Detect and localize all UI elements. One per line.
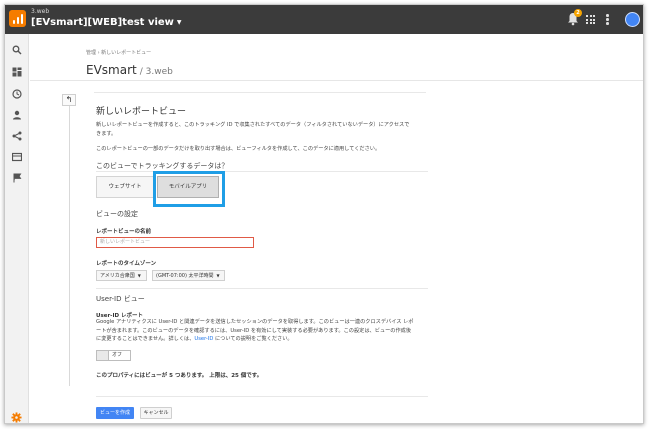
page-title-text: EVsmart: [86, 63, 137, 77]
toggle-label: オフ: [112, 352, 123, 358]
notification-badge: 2: [574, 9, 582, 17]
create-view-button[interactable]: ビューを作成: [96, 407, 134, 419]
track-question: このビューでトラッキングするデータは？: [96, 162, 229, 170]
header-divider: [30, 80, 643, 81]
page-title: EVsmart/ 3.web: [86, 59, 173, 78]
country-select[interactable]: アメリカ合衆国 ▼: [96, 270, 147, 281]
form-title: 新しいレポートビュー: [96, 107, 187, 117]
back-arrow-icon[interactable]: ↰: [62, 94, 76, 106]
section-divider: [96, 171, 428, 172]
section-divider: [96, 396, 428, 397]
left-nav: [5, 34, 29, 423]
window-frame: 3.web [EVsmart][WEB]test view ▼ 2 管理 › 新…: [4, 4, 644, 424]
main-content: 管理 › 新しいレポートビュー EVsmart/ 3.web ↰ 新しいレポート…: [30, 34, 643, 423]
form-top-divider: [94, 92, 426, 93]
top-bar: 3.web [EVsmart][WEB]test view ▼ 2: [5, 5, 643, 34]
avatar-icon[interactable]: [625, 12, 640, 27]
property-name: [EVsmart][WEB]test view: [31, 17, 174, 28]
account-name[interactable]: 3.web: [31, 8, 49, 15]
website-option-button[interactable]: ウェブサイト: [96, 176, 154, 198]
userid-help-link[interactable]: User-ID: [194, 336, 213, 342]
caret-down-icon: ▼: [216, 273, 220, 278]
caret-down-icon: ▼: [176, 19, 182, 26]
more-vert-icon[interactable]: [606, 14, 609, 25]
country-value: アメリカ合衆国: [100, 273, 135, 279]
page-subtitle: / 3.web: [139, 67, 173, 77]
gear-icon[interactable]: [11, 412, 22, 423]
breadcrumb[interactable]: 管理 › 新しいレポートビュー: [86, 49, 151, 56]
caret-down-icon: ▼: [137, 273, 141, 278]
flag-icon[interactable]: [12, 173, 22, 183]
person-icon[interactable]: [12, 110, 22, 120]
apps-grid-icon[interactable]: [586, 15, 595, 24]
view-name-input[interactable]: 新しいレポートビュー: [96, 237, 254, 248]
section-divider: [96, 288, 428, 289]
settings-heading: ビューの設定: [96, 210, 138, 218]
intro-text-2: このレポートビューの一部のデータだけを取り出す場合は、ビューフィルタを作成して、…: [96, 146, 381, 152]
highlight-box: [153, 171, 225, 207]
view-count-note: このプロパティにはビューが 5 つあります。 上限は、25 個です。: [96, 373, 263, 379]
analytics-logo-icon[interactable]: [9, 10, 26, 27]
userid-toggle[interactable]: オフ: [96, 350, 131, 361]
display-icon[interactable]: [12, 152, 22, 162]
share-icon[interactable]: [12, 131, 22, 141]
timezone-label: レポートのタイムゾーン: [96, 261, 157, 267]
intro-text-1: 新しいレポートビューを作成すると、このトラッキング ID で収集されたすべてのデ…: [96, 122, 410, 137]
clock-icon[interactable]: [12, 89, 22, 99]
userid-description: Google アナリティクスに User-ID と関連データを送信したセッション…: [96, 318, 414, 344]
timeline-line: [69, 106, 70, 386]
dashboard-icon[interactable]: [12, 67, 22, 77]
view-name-label: レポートビューの名前: [96, 229, 152, 235]
timezone-select[interactable]: (GMT-07:00) 太平洋時間 ▼: [152, 270, 225, 281]
search-icon[interactable]: [12, 45, 22, 55]
property-selector[interactable]: [EVsmart][WEB]test view ▼: [31, 17, 182, 28]
cancel-button[interactable]: キャンセル: [140, 407, 172, 419]
userid-desc-text-end: についての説明をご覧ください。: [213, 336, 293, 342]
toggle-knob: [97, 351, 109, 360]
timezone-value: (GMT-07:00) 太平洋時間: [156, 273, 214, 279]
userid-heading: User-ID ビュー: [96, 295, 145, 303]
